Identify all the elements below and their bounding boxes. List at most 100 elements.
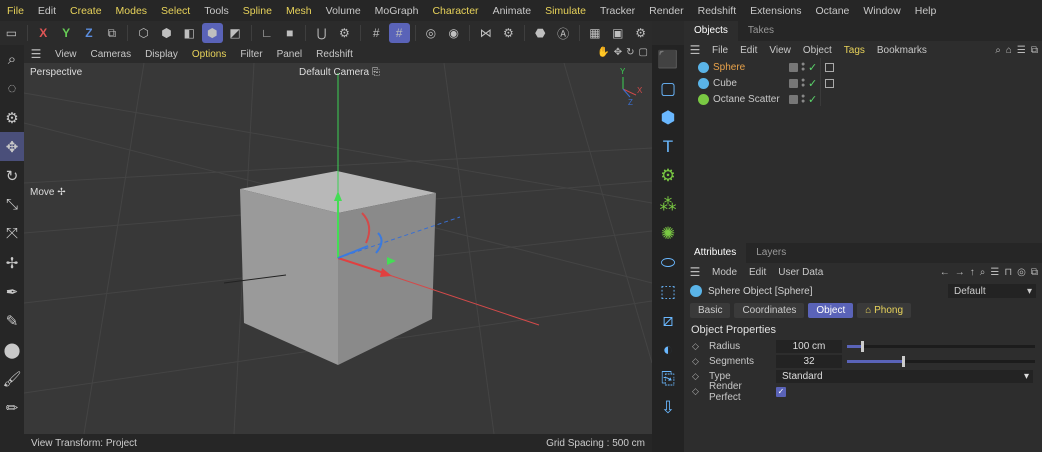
enabled-check-icon[interactable]: ✓	[808, 77, 817, 90]
live-selection-icon[interactable]: ◌	[0, 74, 24, 103]
y-axis-lock-button[interactable]: Y	[56, 23, 77, 43]
spline-pen-icon[interactable]: ✒	[0, 277, 24, 306]
menu-render[interactable]: Render	[642, 5, 690, 17]
snap-tool-icon[interactable]: ✢	[0, 248, 24, 277]
viewport-perspective[interactable]: Y X Z Perspective Default Camera ⎘ Move …	[24, 63, 652, 434]
cube-object-icon[interactable]: ⬢	[652, 103, 684, 132]
maximize-view-icon[interactable]: ▢	[639, 47, 648, 58]
model-mode-icon[interactable]: ⬢	[201, 23, 223, 43]
tag-icon[interactable]	[825, 78, 835, 88]
z-axis-lock-button[interactable]: Z	[79, 23, 100, 43]
keyframe-diamond-icon[interactable]: ◇	[692, 341, 701, 352]
viewport-menu-filter[interactable]: Filter	[233, 49, 269, 60]
points-mode-icon[interactable]: ⬡	[133, 23, 154, 43]
sketch-tool-icon[interactable]: ✎	[0, 306, 24, 335]
menu-create[interactable]: Create	[63, 5, 109, 17]
menu-select[interactable]: Select	[154, 5, 197, 17]
menu-redshift[interactable]: Redshift	[691, 5, 744, 17]
objects-hamburger-icon[interactable]: ☰	[684, 43, 706, 57]
pan-hand-icon[interactable]: ✋	[597, 47, 609, 58]
type-select[interactable]: Standard ▾	[776, 370, 1033, 383]
attributes-menu-mode[interactable]: Mode	[706, 267, 743, 278]
menu-mograph[interactable]: MoGraph	[368, 5, 426, 17]
segments-field[interactable]: 32	[776, 355, 842, 368]
render-picture-viewer-icon[interactable]: ▣	[607, 23, 628, 43]
radius-slider-knob[interactable]	[861, 341, 865, 352]
home-icon[interactable]: ⌂	[1006, 45, 1012, 56]
view-toggle-icon[interactable]: ▭	[1, 23, 22, 43]
visibility-dots-icon[interactable]: ● ●	[801, 93, 806, 105]
viewport-menu-view[interactable]: View	[48, 49, 84, 60]
camera-rig-icon[interactable]: ⎘	[652, 364, 684, 393]
objects-menu-view[interactable]: View	[763, 45, 797, 56]
object-row[interactable]: Octane Scatter ● ● ✓	[684, 91, 1042, 107]
menu-octane[interactable]: Octane	[809, 5, 857, 17]
menu-simulate[interactable]: Simulate	[538, 5, 593, 17]
tab-takes[interactable]: Takes	[738, 21, 784, 41]
light-object-icon[interactable]: ◐	[652, 335, 684, 364]
object-name[interactable]: Cube	[713, 78, 789, 89]
tag-icon[interactable]	[825, 62, 835, 72]
target-icon[interactable]: ◎	[1017, 267, 1026, 278]
rotate-tool-icon[interactable]: ↻	[0, 161, 24, 190]
coordinate-system-icon[interactable]: ⧉	[101, 23, 122, 43]
menu-animate[interactable]: Animate	[486, 5, 539, 17]
render-region-icon[interactable]: ◎	[420, 23, 441, 43]
layer-checkbox[interactable]	[789, 94, 798, 104]
attributes-menu-edit[interactable]: Edit	[743, 267, 772, 278]
generator-icon[interactable]: ⚙	[652, 161, 684, 190]
viewport-menu-display[interactable]: Display	[138, 49, 185, 60]
scene-node-icon[interactable]: ⬚	[652, 277, 684, 306]
rotate-view-icon[interactable]: ↻	[626, 47, 634, 58]
lock-workplane-icon[interactable]: ⬣	[530, 23, 551, 43]
layer-checkbox[interactable]	[789, 78, 798, 88]
spline-rectangle-icon[interactable]: ▢	[652, 74, 684, 103]
objects-menu-edit[interactable]: Edit	[734, 45, 763, 56]
menu-tracker[interactable]: Tracker	[593, 5, 642, 17]
layer-checkbox[interactable]	[789, 62, 798, 72]
radius-field[interactable]: 100 cm	[776, 340, 842, 353]
symmetry-icon[interactable]: ⋈	[475, 23, 496, 43]
search-icon[interactable]: ⌕	[0, 45, 24, 74]
deformer-icon[interactable]: ✺	[652, 219, 684, 248]
axis-mode-icon[interactable]: ∟	[256, 23, 277, 43]
visibility-dots-icon[interactable]: ● ●	[801, 61, 806, 73]
move-tool-icon[interactable]: ✥	[0, 132, 24, 161]
keyframe-diamond-icon[interactable]: ◇	[692, 371, 701, 382]
record-icon[interactable]: ◉	[443, 23, 464, 43]
viewport-menu-cameras[interactable]: Cameras	[84, 49, 139, 60]
attributes-hamburger-icon[interactable]: ☰	[684, 265, 706, 279]
viewport-menu-panel[interactable]: Panel	[270, 49, 310, 60]
scale-tool-icon[interactable]: ⤡	[0, 190, 24, 219]
camera-object-icon[interactable]: ⬛	[652, 45, 684, 74]
symmetry-settings-icon[interactable]: ⚙	[498, 23, 519, 43]
radius-slider[interactable]	[847, 341, 1035, 352]
visibility-dots-icon[interactable]: ● ●	[801, 77, 806, 89]
keyframe-diamond-icon[interactable]: ◇	[692, 386, 701, 397]
object-name[interactable]: Sphere	[713, 62, 789, 73]
pencil-tool-icon[interactable]: ✏	[0, 393, 24, 422]
mode-select[interactable]: Default ▾	[948, 284, 1036, 298]
edges-mode-icon[interactable]: ⬢	[156, 23, 177, 43]
uv-mode-icon[interactable]: ◩	[225, 23, 246, 43]
objects-menu-bookmarks[interactable]: Bookmarks	[871, 45, 933, 56]
snap-magnet-icon[interactable]: ⋃	[311, 23, 332, 43]
forward-arrow-icon[interactable]: →	[955, 267, 965, 278]
viewport-camera-label[interactable]: Default Camera ⎘	[299, 67, 380, 78]
tweak-tool-icon[interactable]: ⚙	[0, 103, 24, 132]
object-row[interactable]: Cube ● ● ✓	[684, 75, 1042, 91]
attributes-menu-userdata[interactable]: User Data	[772, 267, 829, 278]
filter-icon[interactable]: ☰	[990, 267, 999, 278]
field-object-icon[interactable]: ⬭	[652, 248, 684, 277]
menu-tools[interactable]: Tools	[197, 5, 236, 17]
move-view-icon[interactable]: ✥	[614, 47, 622, 58]
new-window-icon[interactable]: ⧉	[1031, 45, 1038, 56]
menu-help[interactable]: Help	[908, 5, 944, 17]
menu-window[interactable]: Window	[856, 5, 907, 17]
environment-icon[interactable]: ⧄	[652, 306, 684, 335]
tab-coordinates[interactable]: Coordinates	[734, 302, 805, 318]
up-arrow-icon[interactable]: ↑	[970, 267, 975, 278]
objects-menu-tags[interactable]: Tags	[838, 45, 871, 56]
segments-slider-knob[interactable]	[902, 356, 906, 367]
menu-extensions[interactable]: Extensions	[743, 5, 808, 17]
